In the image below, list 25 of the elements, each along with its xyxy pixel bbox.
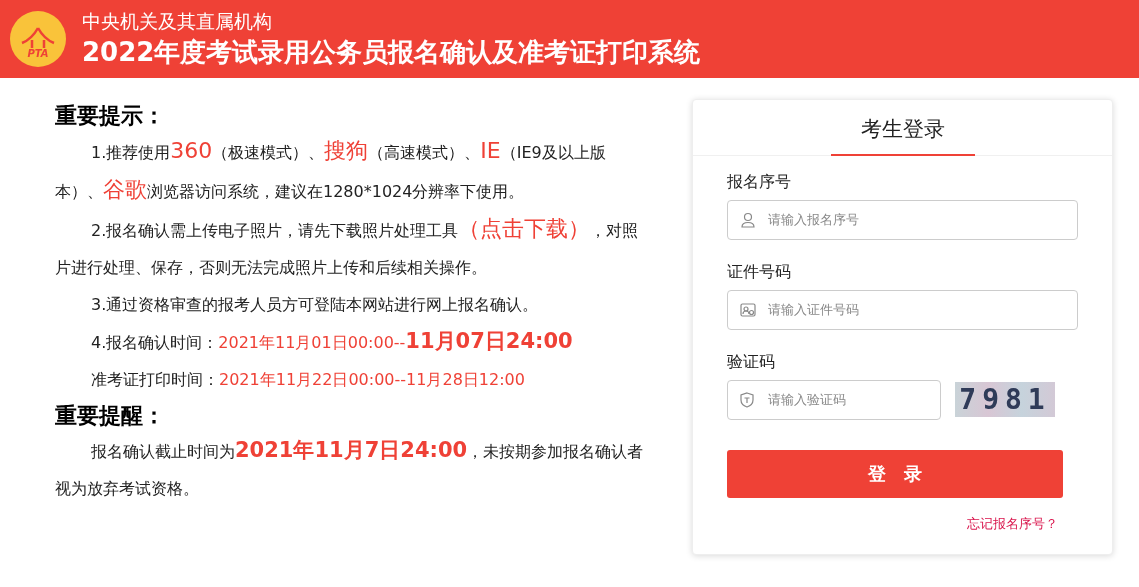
roof-icon — [21, 27, 55, 49]
shield-icon — [740, 391, 754, 408]
reminder-heading: 重要提醒： — [55, 402, 166, 430]
captcha-image[interactable]: 7981 — [955, 382, 1055, 417]
header-title: 2022年度考试录用公务员报名确认及准考证打印系统 — [82, 36, 701, 69]
input-field[interactable]: 请输入报名序号 — [727, 199, 1078, 240]
logo-text: PTA — [27, 49, 49, 59]
user-icon — [740, 211, 756, 228]
notice-paragraph: 1.推荐使用360（极速模式）、搜狗（高速模式）、IE（IE9及以上版本）、谷歌浏览器访问系统，建议在1280*1024分辨率下使用。 — [55, 137, 607, 204]
notice-paragraph: 2.报名确认需上传电子照片，请先下载照片处理工具（点击下载），对照片进行处理、保存，否则无法完成照片上传和后续相关操作。 — [55, 215, 640, 279]
forgot-number-link[interactable]: 忘记报名序号？ — [967, 513, 1058, 533]
input-field[interactable]: 请输入验证码 — [727, 379, 941, 420]
notice-paragraph: 准考证打印时间：2021年11月22日00:00--11月28日12:00 — [90, 369, 526, 391]
reminder-paragraph: 报名确认截止时间为2021年11月7日24:00，未按期参加报名确认者视为放弃考试资格。 — [55, 437, 645, 500]
field-label: 报名序号 — [727, 170, 792, 193]
notice-paragraph: 4.报名确认时间：2021年11月01日00:00--11月07日24:00 — [90, 328, 574, 355]
input-field[interactable]: 请输入证件号码 — [727, 289, 1078, 330]
notice-heading: 重要提示： — [55, 102, 166, 130]
notice-paragraph: 3.通过资格审查的报考人员方可登陆本网站进行网上报名确认。 — [90, 294, 540, 316]
login-title: 考生登录 — [830, 100, 975, 156]
field-label: 证件号码 — [727, 260, 792, 283]
header-subtitle: 中央机关及其直属机构 — [82, 9, 273, 34]
login-button[interactable]: 登 录 — [727, 449, 1063, 498]
id-card-icon — [740, 301, 756, 318]
field-label: 验证码 — [727, 350, 776, 373]
